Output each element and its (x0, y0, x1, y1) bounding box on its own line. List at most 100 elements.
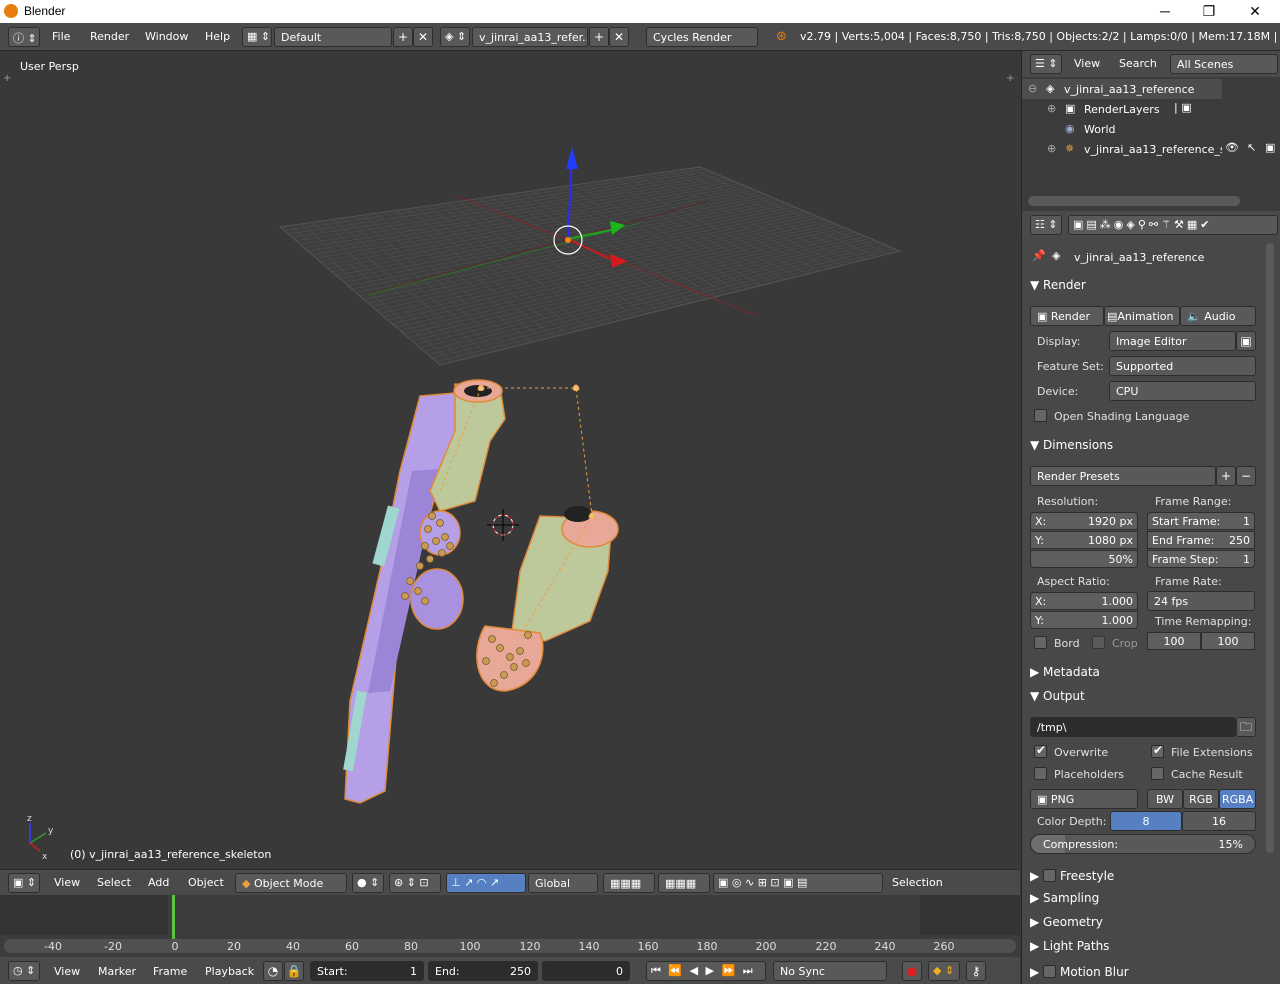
remove-scene-icon[interactable]: ✕ (609, 27, 629, 47)
outliner-item-scene[interactable]: v_jinrai_aa13_reference (1064, 83, 1194, 96)
rgba-button[interactable]: RGBA (1219, 789, 1256, 809)
editor-type-outliner-icon[interactable]: ☰ ⇕ (1030, 54, 1062, 74)
remap-old-field[interactable]: 100 (1147, 632, 1201, 650)
render-panel-header[interactable]: ▼ Render (1030, 278, 1260, 298)
remap-new-field[interactable]: 100 (1201, 632, 1255, 650)
file-extensions-checkbox[interactable] (1151, 743, 1164, 758)
render-presets-select[interactable]: Render Presets (1030, 466, 1216, 486)
v3d-menu-object[interactable]: Object (188, 876, 224, 889)
osl-checkbox[interactable] (1034, 409, 1047, 422)
tl-menu-playback[interactable]: Playback (205, 965, 254, 978)
crop-checkbox[interactable] (1092, 636, 1105, 649)
motion-blur-panel-header[interactable]: ▶ Motion Blur (1030, 963, 1260, 983)
tl-menu-frame[interactable]: Frame (153, 965, 187, 978)
v3d-menu-add[interactable]: Add (148, 876, 169, 889)
layout-grid-icon[interactable]: ▦ ⇕ (242, 27, 272, 47)
output-path-field[interactable]: /tmp\ (1030, 717, 1236, 737)
overwrite-checkbox[interactable] (1034, 743, 1047, 758)
aspect-y-field[interactable]: Y: 1.000 (1030, 611, 1138, 629)
keying-set-icon[interactable]: ⚷ (966, 961, 986, 981)
mode-select[interactable]: ◆ Object Mode (235, 873, 347, 893)
record-icon[interactable]: ● (902, 961, 922, 981)
folder-icon[interactable]: 🗀 (1236, 717, 1256, 737)
expand-icon[interactable]: ⊖ (1028, 82, 1037, 95)
preview-range-icon[interactable]: ◔ (263, 961, 283, 981)
expand-icon[interactable]: ⊕ (1047, 102, 1056, 115)
geometry-panel-header[interactable]: ▶ Geometry (1030, 915, 1260, 935)
display-select[interactable]: Image Editor (1109, 331, 1236, 351)
start-frame-field[interactable]: Start: 1 (310, 961, 424, 981)
minimize-button[interactable]: ─ (1142, 0, 1188, 23)
animation-button[interactable]: ▤Animation (1104, 306, 1180, 326)
resolution-y-field[interactable]: Y: 1080 px (1030, 531, 1138, 549)
playback-controls-icon[interactable]: ⏮ ⏪ ◀ ▶ ⏩ ⏭ (646, 961, 766, 981)
sync-select[interactable]: No Sync (773, 961, 887, 981)
properties-scrollbar[interactable] (1266, 243, 1274, 853)
editor-type-properties-icon[interactable]: ☷ ⇕ (1030, 215, 1062, 235)
aspect-x-field[interactable]: X: 1.000 (1030, 592, 1138, 610)
cache-result-checkbox[interactable] (1151, 767, 1164, 780)
display-toggle-icon[interactable]: ▣ (1236, 331, 1256, 351)
editor-type-cube-icon[interactable]: ▣ ⇕ (8, 873, 40, 893)
properties-context-tabs[interactable]: ▣▤⁂◉◈⚲⚯⚚⚒▦✔ (1068, 215, 1278, 235)
editor-type-clock-icon[interactable]: ◷ ⇕ (8, 961, 40, 981)
maximize-button[interactable]: ❐ (1186, 0, 1232, 23)
file-format-select[interactable]: ▣ PNG (1030, 789, 1138, 809)
outliner-menu-view[interactable]: View (1074, 57, 1100, 70)
tl-menu-marker[interactable]: Marker (98, 965, 136, 978)
expand-icon[interactable]: ⊕ (1047, 142, 1056, 155)
manipulator-toggle-icon[interactable]: ⊥ ↗ ◠ ↗ (446, 873, 526, 893)
visibility-eye-icon[interactable]: 👁 (1225, 141, 1239, 154)
3d-cursor-icon[interactable] (487, 509, 519, 541)
output-panel-header[interactable]: ▼ Output (1030, 689, 1260, 709)
pivot-icon[interactable]: ⊛ ⇕ ⊡ (389, 873, 441, 893)
remove-layout-icon[interactable]: ✕ (413, 27, 433, 47)
scene-icon[interactable]: ◈ ⇕ (440, 27, 470, 47)
properties-editor[interactable]: ☷ ⇕ ▣▤⁂◉◈⚲⚯⚚⚒▦✔ 📌 ◈ v_jinrai_aa13_refere… (1021, 211, 1280, 984)
render-button[interactable]: ▣ Render (1030, 306, 1104, 326)
depth-16-button[interactable]: 16 (1182, 811, 1256, 831)
close-button[interactable]: ✕ (1232, 0, 1278, 23)
v3d-menu-select[interactable]: Select (97, 876, 131, 889)
add-preset-icon[interactable]: + (1216, 466, 1236, 486)
add-scene-icon[interactable]: + (589, 27, 609, 47)
depth-8-button[interactable]: 8 (1110, 811, 1182, 831)
start-frame-field[interactable]: Start Frame: 1 (1147, 512, 1255, 530)
metadata-panel-header[interactable]: ▶ Metadata (1030, 665, 1260, 685)
dimensions-panel-header[interactable]: ▼ Dimensions (1030, 438, 1260, 458)
device-select[interactable]: CPU (1109, 381, 1256, 401)
transform-orientation-select[interactable]: Global (528, 873, 598, 893)
lock-icon[interactable]: 🔒 (284, 961, 304, 981)
menu-file[interactable]: File (52, 30, 70, 43)
tl-menu-view[interactable]: View (54, 965, 80, 978)
feature-set-select[interactable]: Supported (1109, 356, 1256, 376)
outliner-item-renderlayers[interactable]: RenderLayers (1084, 103, 1160, 116)
shading-solid-icon[interactable]: ● ⇕ (352, 873, 384, 893)
remove-preset-icon[interactable]: − (1236, 466, 1256, 486)
outliner-scrollbar[interactable] (1028, 196, 1240, 206)
menu-window[interactable]: Window (145, 30, 188, 43)
rgb-button[interactable]: RGB (1183, 789, 1219, 809)
timeline-scrollbar[interactable] (4, 939, 1016, 953)
layers-grid-2[interactable]: ▦▦▦ (658, 873, 710, 893)
layers-grid-1[interactable]: ▦▦▦ (603, 873, 655, 893)
editor-type-info-icon[interactable]: ⓘ ⇕ (8, 27, 40, 47)
frame-rate-select[interactable]: 24 fps (1147, 591, 1255, 611)
outliner-item-skeleton[interactable]: v_jinrai_aa13_reference_sk (1084, 143, 1222, 156)
snap-tools-icon[interactable]: ▣ ◎ ∿ ⊞ ⊡ ▣ ▤ (713, 873, 883, 893)
v3d-menu-view[interactable]: View (54, 876, 80, 889)
outliner-filter-select[interactable]: All Scenes (1170, 54, 1278, 74)
end-frame-field[interactable]: End Frame: 250 (1147, 531, 1255, 549)
resolution-x-field[interactable]: X: 1920 px (1030, 512, 1138, 530)
layout-select[interactable]: Default (274, 27, 392, 47)
frame-step-field[interactable]: Frame Step: 1 (1147, 550, 1255, 568)
add-layout-icon[interactable]: + (393, 27, 413, 47)
sampling-panel-header[interactable]: ▶ Sampling (1030, 891, 1260, 911)
outliner[interactable]: ☰ ⇕ View Search All Scenes ⊖ ◈ v_jinrai_… (1021, 51, 1280, 211)
pin-icon[interactable]: 📌 (1032, 249, 1046, 262)
current-frame-field[interactable]: 0 (542, 961, 630, 981)
resolution-percent-field[interactable]: 50% (1030, 550, 1138, 568)
light-paths-panel-header[interactable]: ▶ Light Paths (1030, 939, 1260, 959)
border-checkbox[interactable] (1034, 636, 1047, 649)
outliner-menu-search[interactable]: Search (1119, 57, 1157, 70)
